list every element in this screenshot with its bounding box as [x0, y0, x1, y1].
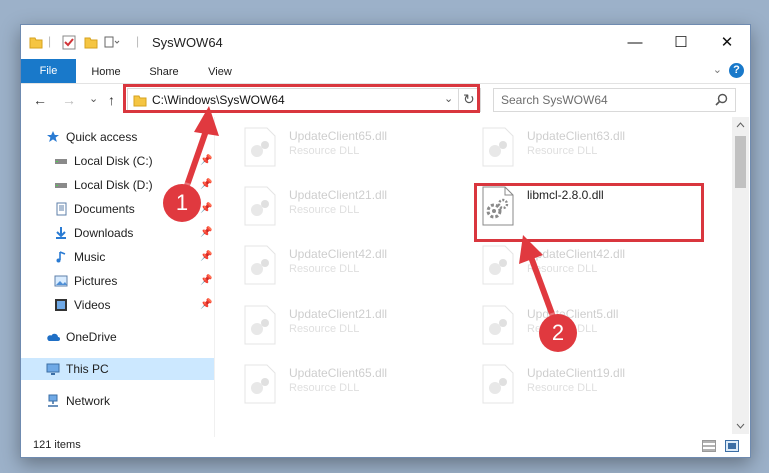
- sidebar-item-videos[interactable]: Videos 📌: [21, 294, 214, 316]
- pin-icon[interactable]: 📌: [200, 198, 212, 220]
- pin-icon[interactable]: 📌: [200, 150, 212, 172]
- properties-icon[interactable]: [62, 34, 76, 50]
- help-icon[interactable]: ?: [729, 63, 744, 78]
- customize-toolbar-icon[interactable]: [104, 34, 120, 50]
- documents-icon: [56, 202, 67, 216]
- details-view-icon[interactable]: [702, 440, 716, 452]
- file-item[interactable]: UpdateClient21.dll Resource DLL: [243, 186, 473, 236]
- dll-file-icon: [482, 245, 514, 285]
- window-title: SysWOW64: [152, 35, 223, 50]
- pin-icon[interactable]: 📌: [200, 246, 212, 268]
- videos-icon: [55, 299, 67, 311]
- up-arrow-icon[interactable]: ↑: [108, 92, 115, 108]
- dll-file-icon: [244, 245, 276, 285]
- file-item[interactable]: UpdateClient5.dll Resource DLL: [481, 305, 711, 355]
- back-arrow-icon[interactable]: ←: [33, 92, 47, 108]
- onedrive-icon: [47, 333, 60, 341]
- pin-icon[interactable]: 📌: [200, 174, 212, 196]
- file-item[interactable]: UpdateClient65.dll Resource DLL: [243, 364, 473, 414]
- tab-home[interactable]: Home: [81, 61, 131, 83]
- sidebar-item-music[interactable]: Music 📌: [21, 246, 214, 268]
- pin-icon[interactable]: 📌: [200, 294, 212, 316]
- search-icon[interactable]: [715, 93, 728, 106]
- separator: |: [48, 34, 52, 48]
- recent-locations-chevron-icon[interactable]: ⌄: [89, 92, 98, 105]
- status-bar: 121 items: [21, 437, 750, 457]
- folder-icon: [29, 37, 43, 49]
- dll-file-icon: [244, 186, 276, 226]
- drive-icon: [55, 159, 67, 164]
- search-box[interactable]: Search SysWOW64: [493, 88, 736, 112]
- dll-file-icon: [244, 127, 276, 167]
- maximize-button[interactable]: ☐: [658, 25, 704, 59]
- pane-divider: [214, 117, 215, 437]
- file-item[interactable]: UpdateClient63.dll Resource DLL: [481, 127, 711, 177]
- pictures-icon: [54, 275, 68, 287]
- forward-arrow-icon[interactable]: →: [62, 92, 76, 108]
- file-item[interactable]: UpdateClient21.dll Resource DLL: [243, 305, 473, 355]
- dll-file-icon: [482, 305, 514, 345]
- tab-share[interactable]: Share: [139, 61, 189, 83]
- dll-file-icon: [244, 305, 276, 345]
- ribbon-collapse-icon[interactable]: ⌄: [713, 63, 722, 76]
- vertical-scrollbar[interactable]: [732, 117, 749, 434]
- tab-file[interactable]: File: [21, 59, 76, 83]
- title-bar: | | SysWOW64 — ☐ ✕: [21, 25, 750, 59]
- address-bar-highlight: [123, 84, 480, 113]
- pin-icon[interactable]: 📌: [200, 270, 212, 292]
- file-item[interactable]: UpdateClient42.dll Resource DLL: [243, 245, 473, 295]
- dll-file-icon: [482, 127, 514, 167]
- network-icon: [48, 394, 58, 407]
- search-input[interactable]: Search SysWOW64: [501, 93, 608, 107]
- separator: |: [136, 34, 140, 48]
- downloads-icon: [56, 227, 66, 239]
- scroll-down-icon[interactable]: [736, 423, 745, 429]
- file-item[interactable]: UpdateClient65.dll Resource DLL: [243, 127, 473, 177]
- sidebar-item-quick-access[interactable]: Quick access: [21, 126, 214, 148]
- close-button[interactable]: ✕: [704, 25, 750, 59]
- sidebar-item-network[interactable]: Network: [21, 390, 214, 412]
- step-1-badge: 1: [163, 184, 201, 222]
- large-icons-view-icon[interactable]: [725, 440, 739, 452]
- file-highlight: [474, 183, 704, 242]
- computer-icon: [46, 363, 60, 375]
- drive-icon: [55, 183, 67, 188]
- new-folder-icon[interactable]: [84, 34, 98, 50]
- tab-view[interactable]: View: [195, 61, 245, 83]
- sidebar-item-this-pc[interactable]: This PC: [21, 358, 214, 380]
- file-item[interactable]: UpdateClient42.dll Resource DLL: [481, 245, 711, 295]
- minimize-button[interactable]: —: [612, 25, 658, 59]
- scrollbar-thumb[interactable]: [735, 136, 746, 188]
- navigation-pane: Quick access Local Disk (C:) 📌 Local Dis…: [21, 117, 214, 437]
- ribbon: File Home Share View ⌄ ?: [21, 59, 750, 84]
- sidebar-item-downloads[interactable]: Downloads 📌: [21, 222, 214, 244]
- sidebar-item-pictures[interactable]: Pictures 📌: [21, 270, 214, 292]
- pin-icon[interactable]: 📌: [200, 222, 212, 244]
- music-icon: [56, 251, 66, 263]
- item-count: 121 items: [33, 439, 81, 451]
- sidebar-item-onedrive[interactable]: OneDrive: [21, 326, 214, 348]
- sidebar-item-local-disk-c[interactable]: Local Disk (C:) 📌: [21, 150, 214, 172]
- step-2-badge: 2: [539, 314, 577, 352]
- file-item[interactable]: UpdateClient19.dll Resource DLL: [481, 364, 711, 414]
- scroll-up-icon[interactable]: [736, 122, 745, 128]
- star-icon: [47, 131, 59, 142]
- dll-file-icon: [482, 364, 514, 404]
- dll-file-icon: [244, 364, 276, 404]
